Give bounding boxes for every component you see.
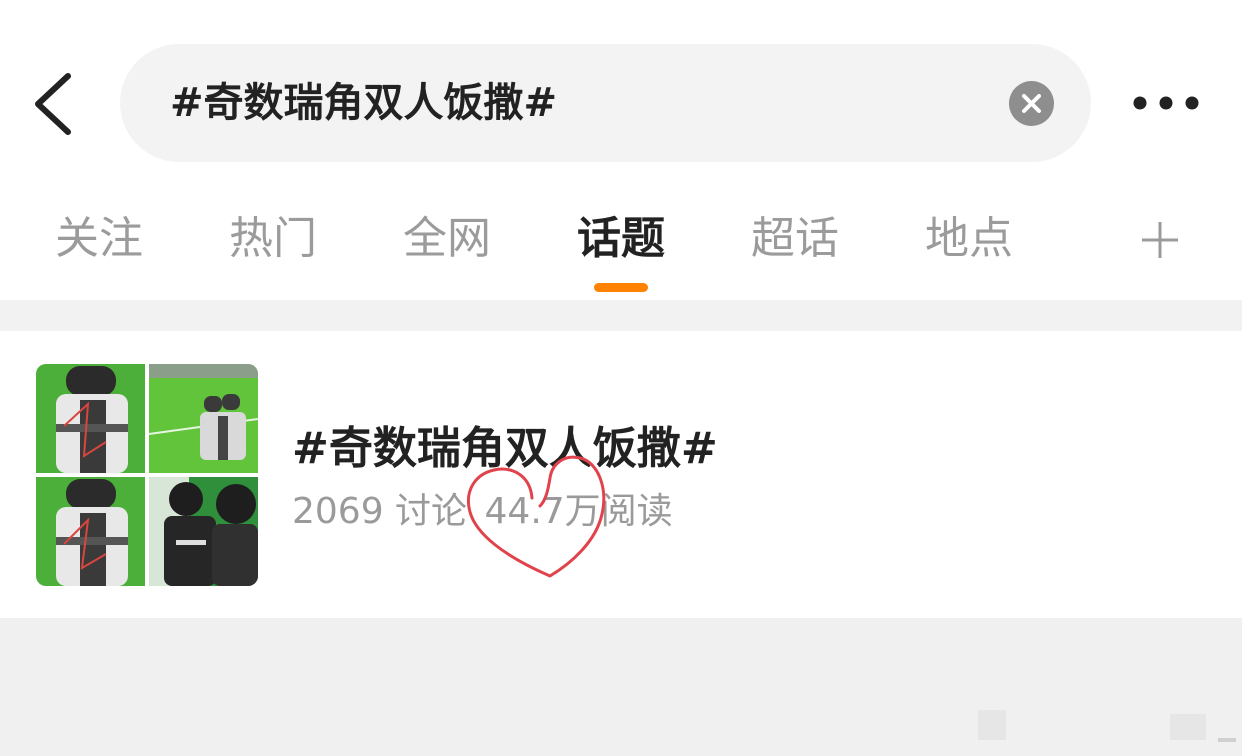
search-input[interactable]: #奇数瑞角双人饭撒# bbox=[170, 44, 557, 162]
topic-stats: 2069 讨论 44.7万阅读 bbox=[292, 489, 679, 535]
weibo-search-page: #奇数瑞角双人饭撒# 关注 热门 全网 话题 超话 地点 #奇数瑞角双人饭撒# … bbox=[0, 0, 1242, 756]
topic-thumbnail bbox=[36, 364, 258, 586]
result-tabs: 关注 热门 全网 话题 超话 地点 bbox=[0, 196, 1242, 296]
empty-area bbox=[0, 618, 1242, 756]
topic-result-card[interactable]: #奇数瑞角双人饭撒# 2069 讨论 44.7万阅读 bbox=[0, 331, 1242, 618]
add-tab-button[interactable] bbox=[1140, 220, 1180, 260]
more-options-button[interactable] bbox=[1126, 84, 1206, 122]
search-header: #奇数瑞角双人饭撒# bbox=[0, 0, 1242, 180]
tab-hot[interactable]: 热门 bbox=[229, 196, 317, 286]
tab-all-web[interactable]: 全网 bbox=[403, 196, 491, 286]
search-bar[interactable]: #奇数瑞角双人饭撒# bbox=[120, 44, 1091, 162]
clear-search-button[interactable] bbox=[1009, 81, 1054, 126]
section-divider bbox=[0, 300, 1242, 331]
active-tab-indicator bbox=[594, 283, 648, 292]
tab-follow[interactable]: 关注 bbox=[55, 196, 143, 286]
back-button[interactable] bbox=[22, 62, 86, 146]
tab-topics[interactable]: 话题 bbox=[577, 196, 665, 286]
more-dots-icon bbox=[1133, 96, 1199, 110]
tab-locations[interactable]: 地点 bbox=[925, 196, 1013, 286]
read-count: 44.7万阅读 bbox=[484, 491, 673, 532]
close-icon bbox=[1022, 94, 1041, 113]
tab-super-topics[interactable]: 超话 bbox=[751, 196, 839, 286]
plus-icon bbox=[1142, 222, 1178, 258]
discussion-count: 2069 讨论 bbox=[292, 491, 468, 532]
topic-title: #奇数瑞角双人饭撒# bbox=[292, 423, 718, 474]
chevron-left-icon bbox=[35, 73, 71, 135]
